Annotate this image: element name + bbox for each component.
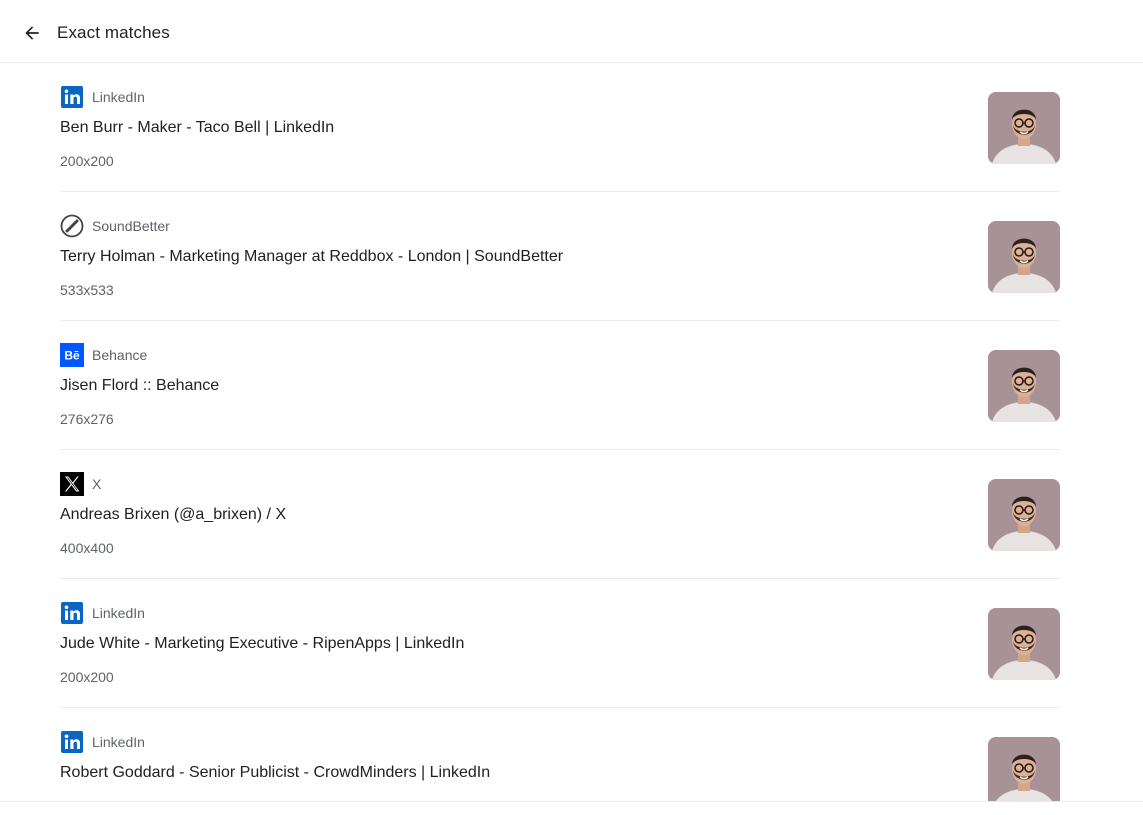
result-item[interactable]: Bē Behance Jisen Flord :: Behance 276x27… [60, 321, 1060, 450]
image-dimensions: 400x400 [60, 540, 114, 556]
result-thumbnail[interactable] [988, 737, 1060, 801]
page-header: Exact matches [0, 0, 1143, 63]
result-title[interactable]: Andreas Brixen (@a_brixen) / X [60, 504, 286, 526]
svg-text:Bē: Bē [64, 349, 80, 363]
result-source: SoundBetter [60, 214, 170, 238]
source-name: LinkedIn [92, 605, 145, 621]
result-source: Bē Behance [60, 343, 147, 367]
result-title[interactable]: Ben Burr - Maker - Taco Bell | LinkedIn [60, 117, 334, 139]
result-title[interactable]: Jude White - Marketing Executive - Ripen… [60, 633, 464, 655]
linkedin-icon [60, 85, 84, 109]
result-item[interactable]: LinkedIn Robert Goddard - Senior Publici… [60, 708, 1060, 801]
result-source: LinkedIn [60, 730, 145, 754]
bottom-divider [0, 801, 1143, 815]
soundbetter-icon [60, 214, 84, 238]
result-item[interactable]: SoundBetter Terry Holman - Marketing Man… [60, 192, 1060, 321]
page-title: Exact matches [57, 23, 170, 42]
image-dimensions: 200x200 [60, 669, 114, 685]
source-name: SoundBetter [92, 218, 170, 234]
result-thumbnail[interactable] [988, 221, 1060, 293]
back-button[interactable] [16, 17, 48, 49]
result-title[interactable]: Robert Goddard - Senior Publicist - Crow… [60, 762, 490, 784]
result-thumbnail[interactable] [988, 350, 1060, 422]
result-source: LinkedIn [60, 85, 145, 109]
source-name: LinkedIn [92, 734, 145, 750]
image-dimensions: 533x533 [60, 282, 114, 298]
linkedin-icon [60, 601, 84, 625]
result-source: LinkedIn [60, 601, 145, 625]
results-list: LinkedIn Ben Burr - Maker - Taco Bell | … [0, 63, 1143, 801]
arrow-back-icon [25, 26, 39, 40]
source-name: Behance [92, 347, 148, 363]
behance-icon: Bē [60, 343, 84, 367]
result-thumbnail[interactable] [988, 92, 1060, 164]
linkedin-icon [60, 730, 84, 754]
source-name: X [92, 476, 102, 492]
x-icon [60, 472, 84, 496]
image-dimensions: 276x276 [60, 411, 114, 427]
result-title[interactable]: Jisen Flord :: Behance [60, 375, 219, 397]
source-name: LinkedIn [92, 89, 145, 105]
result-item[interactable]: LinkedIn Jude White - Marketing Executiv… [60, 579, 1060, 708]
result-item[interactable]: X Andreas Brixen (@a_brixen) / X 400x400 [60, 450, 1060, 579]
image-dimensions: 200x200 [60, 153, 114, 169]
result-title[interactable]: Terry Holman - Marketing Manager at Redd… [60, 246, 563, 268]
result-item[interactable]: LinkedIn Ben Burr - Maker - Taco Bell | … [60, 63, 1060, 192]
result-thumbnail[interactable] [988, 479, 1060, 551]
result-source: X [60, 472, 101, 496]
result-thumbnail[interactable] [988, 608, 1060, 680]
